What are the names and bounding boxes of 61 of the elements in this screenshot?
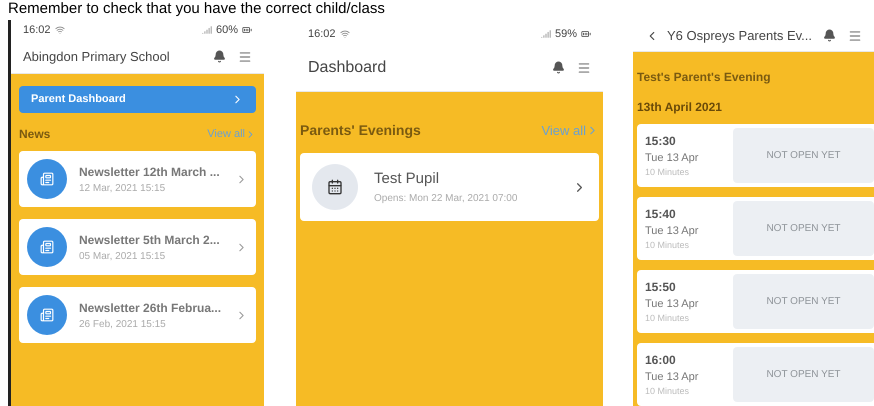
slot-day: Tue 13 Apr: [645, 150, 725, 166]
status-time: 16:02: [308, 26, 336, 42]
bell-icon: [823, 29, 836, 42]
menu-icon: [848, 28, 862, 42]
newspaper-icon: [27, 295, 67, 335]
status-time: 16:02: [23, 22, 51, 38]
header-title: Abingdon Primary School: [23, 48, 171, 66]
wifi-icon: [54, 25, 65, 35]
newspaper-icon: [27, 159, 67, 199]
notifications-button[interactable]: [823, 29, 836, 42]
news-date: 12 Mar, 2021 15:15: [79, 182, 166, 196]
slot-day: Tue 13 Apr: [645, 296, 725, 312]
parent-dashboard-button[interactable]: Parent Dashboard: [19, 86, 256, 113]
slot-duration: 10 Minutes: [645, 312, 690, 325]
news-card[interactable]: Newsletter 26th Februa... 26 Feb, 2021 15:15: [19, 287, 256, 343]
slot-time: 15:40: [645, 206, 677, 222]
wifi-icon: [340, 29, 350, 39]
news-date: 05 Mar, 2021 15:15: [79, 250, 166, 264]
news-title: Newsletter 26th Februa...: [79, 300, 222, 316]
menu-icon: [238, 50, 252, 64]
header-title: Y6 Ospreys Parents Ev...: [667, 26, 813, 45]
signal-icon: [202, 25, 212, 35]
signal-icon: [540, 29, 551, 39]
newspaper-icon: [27, 227, 67, 267]
calendar-icon: [312, 164, 358, 210]
bell-icon: [213, 50, 226, 63]
opens-date: Opens: Mon 22 Mar, 2021 07:00: [374, 192, 518, 206]
section-title: Parents' Evenings: [300, 121, 421, 140]
battery-icon: [581, 29, 591, 39]
slot-duration: 10 Minutes: [645, 166, 690, 179]
evening-date: 13th April 2021: [637, 99, 723, 116]
menu-button[interactable]: [577, 60, 591, 74]
slot-time: 15:30: [645, 132, 677, 150]
notifications-button[interactable]: [552, 61, 565, 74]
slot-duration: 10 Minutes: [645, 385, 690, 398]
slot-duration: 10 Minutes: [645, 239, 690, 252]
pupil-name: Test Pupil: [374, 169, 440, 190]
view-all-link[interactable]: View all: [541, 120, 599, 140]
news-title: Newsletter 12th March ...: [79, 164, 221, 180]
news-card[interactable]: Newsletter 12th March ... 12 Mar, 2021 15:15: [19, 151, 256, 207]
news-date: 26 Feb, 2021 15:15: [79, 318, 167, 332]
pupil-card[interactable]: Test Pupil Opens: Mon 22 Mar, 2021 07:00: [300, 153, 599, 221]
slot-time: 16:00: [645, 352, 677, 368]
evening-title: Test's Parent's Evening: [637, 69, 772, 86]
battery-level: 59%: [554, 26, 577, 42]
view-all-link[interactable]: View all: [207, 126, 256, 142]
slot-day: Tue 13 Apr: [645, 368, 725, 385]
news-card[interactable]: Newsletter 5th March 2... 05 Mar, 2021 15:15: [19, 219, 256, 275]
header-title: Dashboard: [308, 58, 388, 78]
battery-level: 60%: [216, 22, 238, 38]
battery-icon: [242, 25, 252, 35]
notifications-button[interactable]: [213, 50, 226, 63]
menu-button[interactable]: [238, 50, 252, 64]
news-title: Newsletter 5th March 2...: [79, 232, 221, 248]
menu-button[interactable]: [848, 28, 862, 42]
caption: Remember to check that you have the correct child/class: [7, 0, 386, 19]
menu-icon: [577, 60, 591, 74]
slot-time: 15:50: [645, 278, 677, 296]
bell-icon: [552, 61, 565, 74]
section-title: News: [19, 126, 50, 143]
slot-day: Tue 13 Apr: [645, 222, 725, 239]
